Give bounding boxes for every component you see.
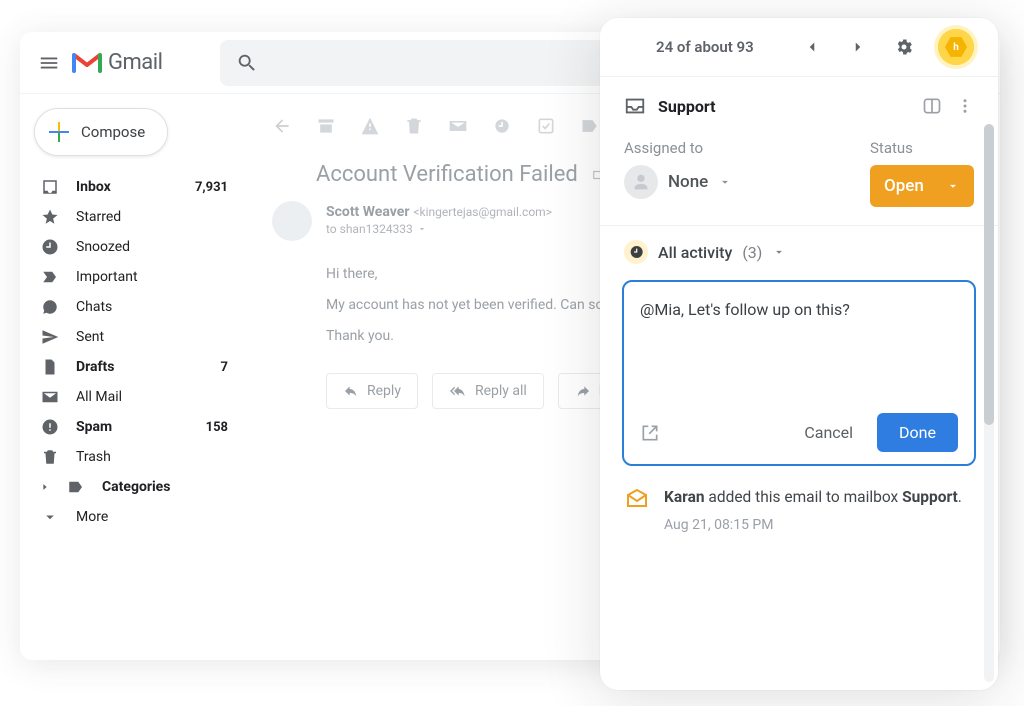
clock-icon [40,238,60,256]
sender-email: <kingertejas@gmail.com> [413,205,552,219]
pager-text: 24 of about 93 [656,38,754,56]
chevron-down-icon [718,175,732,189]
file-icon [40,358,60,376]
reply-all-icon [449,383,467,399]
mailbox-open-icon [624,486,650,512]
panel-scrollbar[interactable] [984,124,994,682]
activity-filter[interactable]: All activity (3) [600,226,998,272]
mail-icon [40,388,60,406]
assigned-to-label: Assigned to [624,139,850,157]
sidebar-item-trash[interactable]: Trash [30,442,238,472]
moveto-icon[interactable] [580,116,600,136]
activity-timestamp: Aug 21, 08:15 PM [664,515,962,536]
panel-header: Support [600,77,998,129]
sender-name: Scott Weaver [326,204,409,220]
mailbox-name: Support [658,97,910,116]
chat-icon [40,298,60,316]
chevron-down-icon [772,245,786,259]
chevron-down-icon [946,179,960,193]
gmail-sidebar: Compose Inbox 7,931 Starred Snoozed Impo… [20,94,248,660]
sidebar-item-drafts[interactable]: Drafts 7 [30,352,238,382]
chevron-down-icon [40,508,60,526]
status-label: Status [870,139,974,157]
reply-icon [343,383,359,399]
note-text[interactable]: @Mia, Let's follow up on this? [640,300,958,413]
alert-icon [40,418,60,436]
compose-button[interactable]: Compose [34,108,168,156]
gmail-wordmark: Gmail [108,50,162,75]
note-editor[interactable]: @Mia, Let's follow up on this? Cancel Do… [622,280,976,466]
sidebar-item-important[interactable]: Important [30,262,238,292]
archive-icon[interactable] [316,116,336,136]
sidebar-item-sent[interactable]: Sent [30,322,238,352]
chevron-down-icon [417,224,427,234]
more-icon[interactable] [956,97,974,115]
report-icon[interactable] [360,116,380,136]
forward-icon [575,383,591,399]
recipients-line[interactable]: to shan1324333 [326,222,552,236]
sidebar-item-inbox[interactable]: Inbox 7,931 [30,172,238,202]
sidebar-item-categories[interactable]: Categories [30,472,238,502]
send-icon [40,328,60,346]
sidebar-item-starred[interactable]: Starred [30,202,238,232]
prev-button[interactable] [796,31,828,63]
star-icon [40,208,60,226]
gmail-m-icon [72,52,102,74]
delete-icon[interactable] [404,116,424,136]
columns-icon[interactable] [922,96,942,116]
settings-button[interactable] [888,31,920,63]
compose-label: Compose [81,123,145,141]
status-picker[interactable]: Open [870,165,974,207]
search-icon [236,52,258,74]
label-icon [66,478,86,496]
trash-icon [40,448,60,466]
plus-icon [49,122,69,142]
snooze-icon[interactable] [492,116,512,136]
sidebar-item-allmail[interactable]: All Mail [30,382,238,412]
gmail-logo: Gmail [72,50,162,75]
sender-avatar [272,201,312,241]
reply-button[interactable]: Reply [326,373,418,409]
reply-all-button[interactable]: Reply all [432,373,544,409]
thread-subject: Account Verification Failed [316,162,578,187]
next-button[interactable] [842,31,874,63]
sidebar-item-spam[interactable]: Spam 158 [30,412,238,442]
task-icon[interactable] [536,116,556,136]
mailbox-icon [624,95,646,117]
done-button[interactable]: Done [877,413,958,452]
back-icon[interactable] [272,116,292,136]
important-icon [40,268,60,286]
menu-icon[interactable] [38,52,60,74]
panel-topbar: 24 of about 93 h [600,18,998,76]
sidebar-item-more[interactable]: More [30,502,238,532]
open-external-icon[interactable] [640,423,660,443]
sidebar-item-chats[interactable]: Chats [30,292,238,322]
markread-icon[interactable] [448,116,468,136]
cancel-button[interactable]: Cancel [790,415,867,450]
activity-entry: Karan added this email to mailbox Suppor… [600,466,998,536]
sidebar-item-snoozed[interactable]: Snoozed [30,232,238,262]
user-avatar-icon [624,165,658,199]
hiver-panel: 24 of about 93 h Support Assigned to Non… [600,18,998,690]
inbox-icon [40,178,60,196]
history-icon [624,240,648,264]
hiver-brand-icon[interactable]: h [934,25,978,69]
caret-right-icon [40,482,54,492]
assignee-picker[interactable]: None [624,165,850,199]
